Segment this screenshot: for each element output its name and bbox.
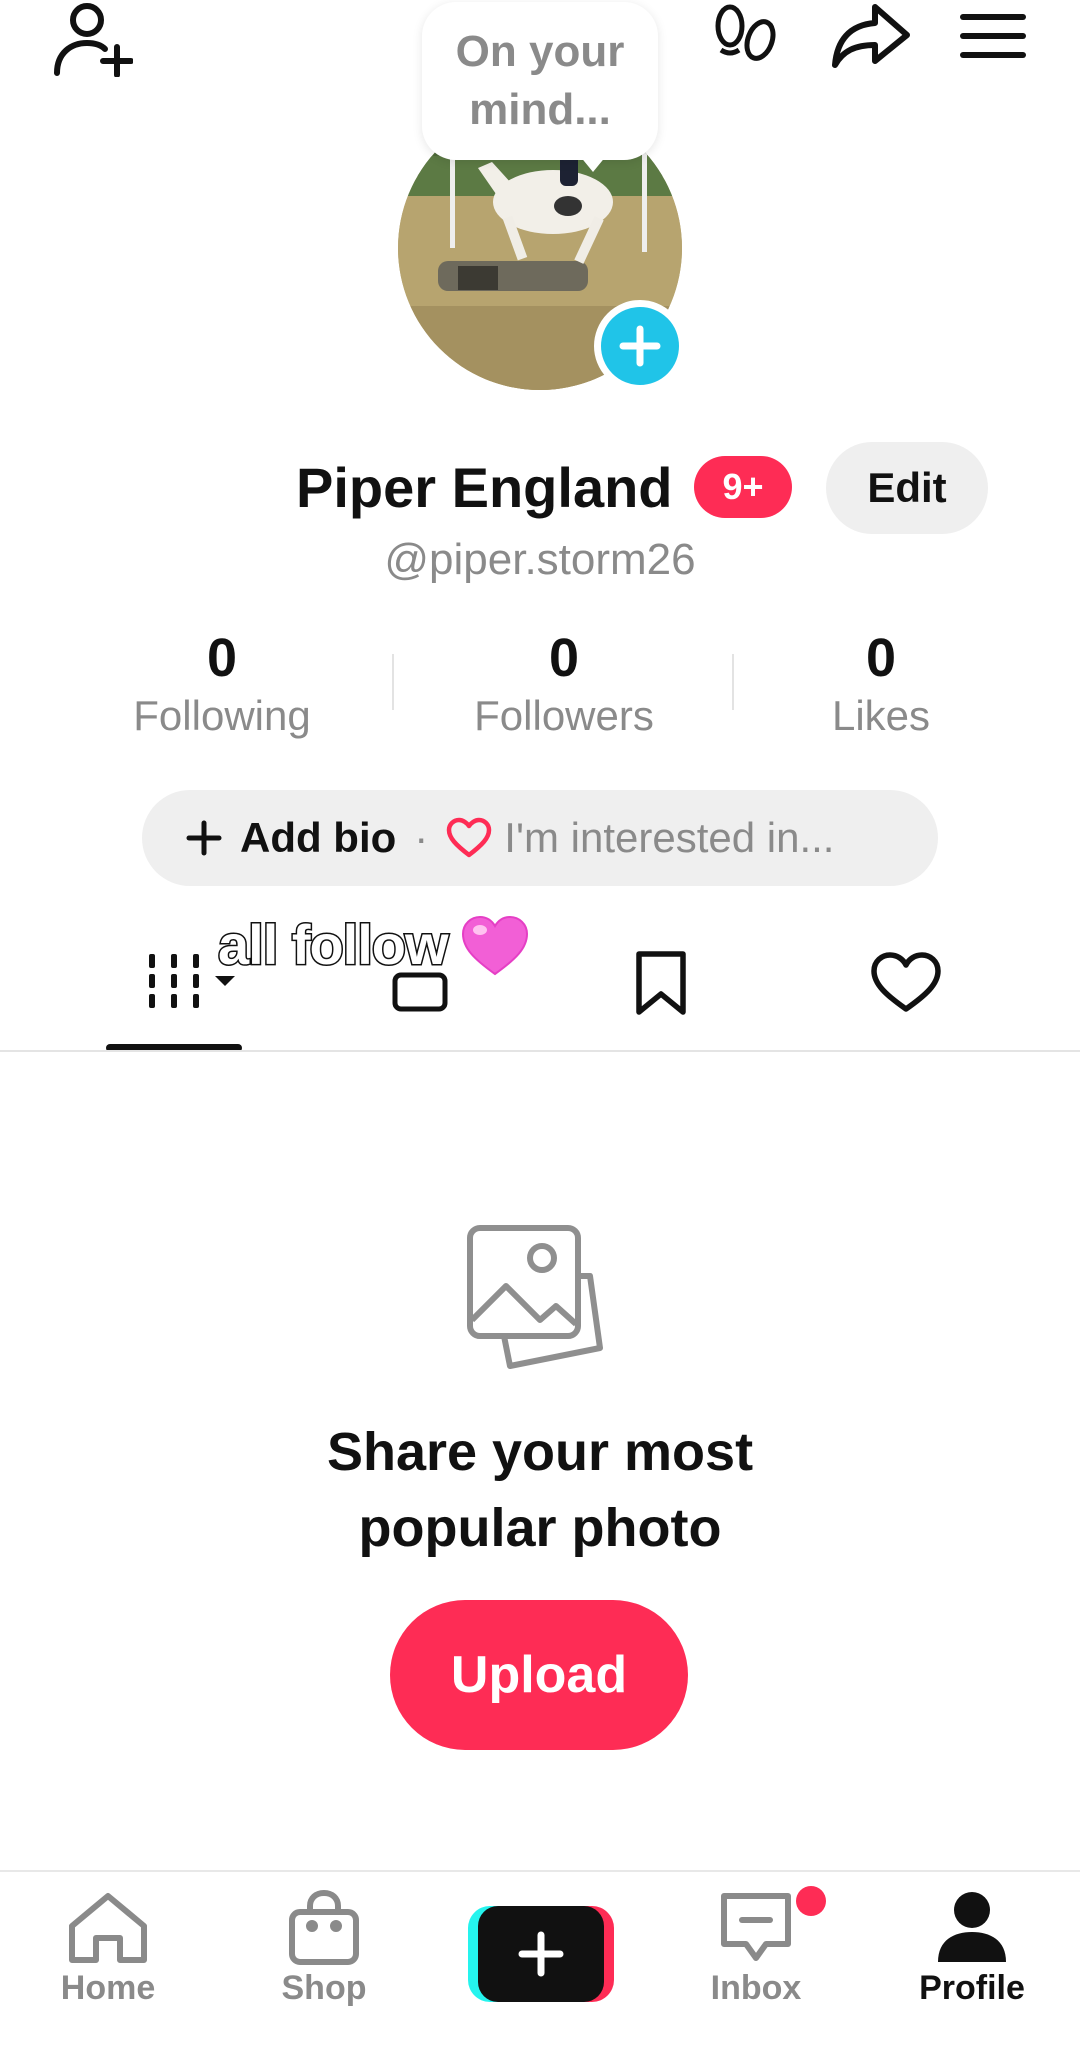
stat-following[interactable]: 0 Following xyxy=(92,628,352,742)
stat-divider xyxy=(392,654,394,710)
nav-shop-label: Shop xyxy=(281,1969,367,2007)
footprints-button[interactable] xyxy=(706,2,786,74)
nav-profile[interactable]: Profile xyxy=(882,1890,1062,2008)
create-button[interactable] xyxy=(468,1906,614,2002)
stat-following-label: Following xyxy=(133,692,311,739)
stat-likes[interactable]: 0 Likes xyxy=(751,628,1011,742)
nav-home-label: Home xyxy=(60,1969,156,2007)
note-bubble-text: On your mind... xyxy=(455,27,625,134)
menu-button[interactable] xyxy=(954,4,1032,68)
pink-heart-emoji-icon xyxy=(461,915,529,976)
shopping-bag-icon xyxy=(289,1890,359,1965)
stat-likes-value: 0 xyxy=(865,628,897,688)
nav-profile-label: Profile xyxy=(919,1969,1025,2007)
tabs-divider xyxy=(0,1050,1080,1052)
stat-likes-label: Likes xyxy=(831,692,931,739)
bio-bar[interactable]: Add bio · I'm interested in... xyxy=(142,790,938,886)
overlay-caption: all follow xyxy=(217,912,451,978)
bio-separator: · xyxy=(414,814,429,861)
plus-icon xyxy=(186,820,222,856)
create-button-core xyxy=(478,1906,604,2002)
person-add-icon xyxy=(54,3,133,77)
home-icon xyxy=(69,1893,147,1963)
edit-profile-button[interactable]: Edit xyxy=(826,442,988,534)
notification-badge[interactable]: 9+ xyxy=(694,456,792,518)
inbox-notification-dot xyxy=(796,1886,826,1916)
share-profile-button[interactable] xyxy=(826,0,916,72)
bottom-nav-divider xyxy=(0,1870,1080,1872)
stat-following-value: 0 xyxy=(206,628,238,688)
note-bubble-tail xyxy=(575,150,611,172)
profile-icon xyxy=(938,1892,1006,1962)
avatar-add-button[interactable] xyxy=(594,300,686,392)
nav-inbox-label: Inbox xyxy=(710,1969,802,2007)
stat-followers[interactable]: 0 Followers xyxy=(434,628,694,742)
note-bubble[interactable]: On your mind... xyxy=(422,2,658,160)
tab-saved[interactable] xyxy=(626,948,696,1018)
empty-state-title: Share your most popular photo xyxy=(0,1414,1080,1566)
tab-liked[interactable] xyxy=(866,948,946,1018)
inbox-icon xyxy=(721,1893,791,1961)
stat-followers-value: 0 xyxy=(548,628,580,688)
plus-icon xyxy=(619,325,661,367)
hamburger-menu-icon xyxy=(960,14,1026,58)
create-plus-icon xyxy=(518,1931,564,1977)
profile-name: Piper England xyxy=(296,456,673,519)
heart-icon xyxy=(871,952,941,1012)
profile-handle: @piper.storm26 xyxy=(384,535,696,584)
empty-state-title-line1: Share your most xyxy=(326,1422,754,1482)
heart-outline-icon xyxy=(447,817,492,858)
add-bio-label[interactable]: Add bio xyxy=(240,814,396,862)
bookmark-icon xyxy=(636,951,686,1015)
interests-label[interactable]: I'm interested in... xyxy=(504,814,834,862)
nav-shop[interactable]: Shop xyxy=(234,1890,414,2008)
share-arrow-icon xyxy=(832,4,910,68)
add-friend-button[interactable] xyxy=(40,0,140,80)
stat-divider xyxy=(732,654,734,710)
footprints-icon xyxy=(715,4,776,61)
empty-state-title-line2: popular photo xyxy=(358,1498,722,1558)
stat-followers-label: Followers xyxy=(474,692,654,739)
upload-button[interactable]: Upload xyxy=(390,1600,688,1750)
photos-icon xyxy=(467,1225,603,1369)
nav-home[interactable]: Home xyxy=(18,1890,198,2008)
